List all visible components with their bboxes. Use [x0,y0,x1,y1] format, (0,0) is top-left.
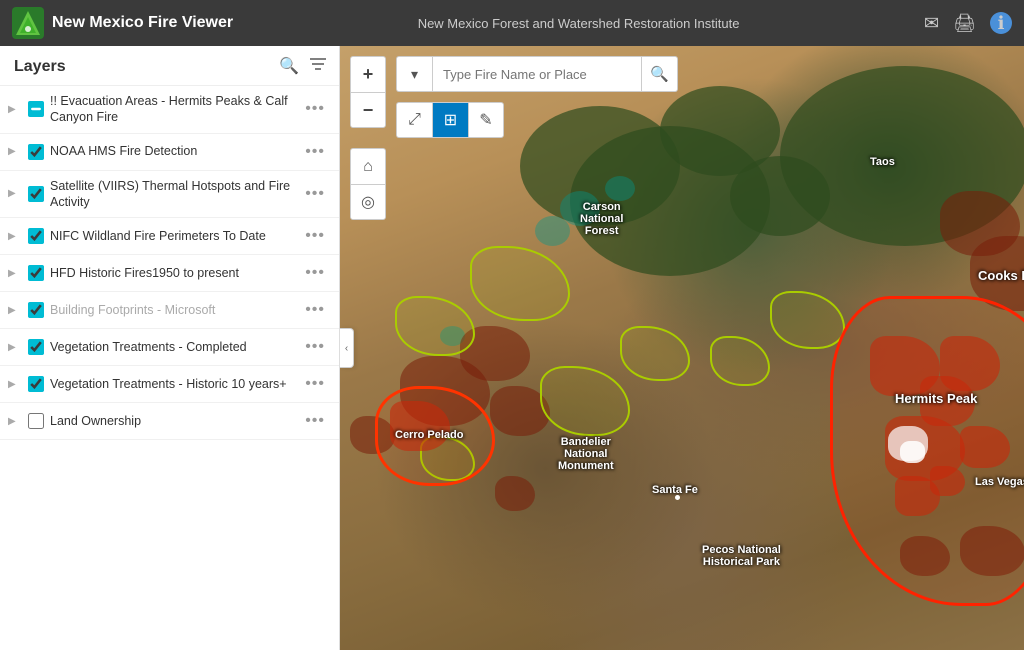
layer-label: NOAA HMS Fire Detection [50,143,301,159]
layer-label: Vegetation Treatments - Completed [50,339,301,355]
layer-menu-button[interactable]: ••• [301,98,329,120]
historic-area [900,536,950,576]
layer-menu-button[interactable]: ••• [301,141,329,163]
layer-item[interactable]: ▶ NOAA HMS Fire Detection••• [0,134,339,171]
collapse-sidebar-button[interactable]: ‹ [340,328,354,368]
layer-expand-icon[interactable]: ▶ [8,188,22,199]
layer-item[interactable]: ▶ NIFC Wildland Fire Perimeters To Date••… [0,218,339,255]
location-button[interactable]: ◎ [350,184,386,220]
layer-checkbox[interactable] [28,376,44,392]
home-button[interactable]: ⌂ [350,148,386,184]
layer-item[interactable]: ▶ Land Ownership••• [0,403,339,440]
filter-svg [309,56,327,72]
search-dropdown-button[interactable]: ▾ [396,56,432,92]
zoom-toolbar: + − [350,56,386,128]
nav-buttons: ⤢ ⊞ ✎ [396,102,504,138]
zoom-in-button[interactable]: + [350,56,386,92]
app-title: New Mexico Fire Viewer [52,14,233,32]
draw-button[interactable]: ✎ [468,102,504,138]
layer-checkbox[interactable] [28,339,44,355]
layers-title: Layers [14,58,66,76]
layer-checkbox[interactable] [28,265,44,281]
teal-patch [535,216,570,246]
layer-checkbox[interactable] [28,186,44,202]
layer-item[interactable]: ▶ Vegetation Treatments - Completed••• [0,329,339,366]
layer-expand-icon[interactable]: ▶ [8,104,22,115]
layer-menu-button[interactable]: ••• [301,336,329,358]
layer-menu-button[interactable]: ••• [301,183,329,205]
fire-area-cerro [390,401,450,451]
fire-area [940,336,1000,391]
forest-patch [730,156,830,236]
back-nav-button[interactable]: ⤢ [396,102,432,138]
historic-area [960,526,1024,576]
sidebar: Layers 🔍 ▶ !! Evacuation Areas - Hermits … [0,46,340,650]
layer-menu-button[interactable]: ••• [301,225,329,247]
layer-label: HFD Historic Fires1950 to present [50,265,301,281]
sidebar-icons: 🔍 [279,56,327,77]
layer-menu-button[interactable]: ••• [301,373,329,395]
layer-expand-icon[interactable]: ▶ [8,342,22,353]
grid-view-button[interactable]: ⊞ [432,102,468,138]
filter-layers-icon[interactable] [309,56,327,77]
header-subtitle: New Mexico Forest and Watershed Restorat… [418,16,740,31]
layer-expand-icon[interactable]: ▶ [8,231,22,242]
layer-item[interactable]: ▶ !! Evacuation Areas - Hermits Peaks & C… [0,86,339,134]
layer-item[interactable]: ▶ HFD Historic Fires1950 to present••• [0,255,339,292]
historic-area [495,476,535,511]
layer-expand-icon[interactable]: ▶ [8,416,22,427]
layer-label: Vegetation Treatments - Historic 10 year… [50,376,301,392]
tool-buttons: ⌂ ◎ [350,148,386,220]
app-logo [12,7,44,39]
layer-checkbox[interactable] [28,302,44,318]
layer-expand-icon[interactable]: ▶ [8,305,22,316]
fire-area [960,426,1010,468]
layer-label: Land Ownership [50,413,301,429]
layer-menu-button[interactable]: ••• [301,410,329,432]
historic-area [350,416,395,454]
layer-item[interactable]: ▶ Building Footprints - Microsoft••• [0,292,339,329]
layer-menu-button[interactable]: ••• [301,262,329,284]
layer-expand-icon[interactable]: ▶ [8,268,22,279]
collapse-icon: ‹ [345,343,348,354]
zoom-out-button[interactable]: − [350,92,386,128]
layer-label: NIFC Wildland Fire Perimeters To Date [50,228,301,244]
layer-expand-icon[interactable]: ▶ [8,146,22,157]
info-icon[interactable]: ℹ [990,12,1012,34]
print-icon[interactable]: 🖨 [953,13,976,34]
layer-checkbox[interactable] [28,228,44,244]
layer-item[interactable]: ▶ Vegetation Treatments - Historic 10 yea… [0,366,339,403]
layer-checkbox[interactable] [28,101,44,117]
header-actions: ✉ 🖨 ℹ [924,12,1012,34]
layer-label: !! Evacuation Areas - Hermits Peaks & Ca… [50,93,301,126]
teal-patch [605,176,635,201]
search-button[interactable]: 🔍 [642,56,678,92]
map-area[interactable]: CarsonNationalForest Taos Cooks Peak Cer… [340,46,1024,650]
layer-label: Satellite (VIIRS) Thermal Hotspots and F… [50,178,301,211]
app-header: New Mexico Fire Viewer New Mexico Forest… [0,0,1024,46]
main-content: Layers 🔍 ▶ !! Evacuation Areas - Hermits … [0,46,1024,650]
layers-list: ▶ !! Evacuation Areas - Hermits Peaks & C… [0,86,339,650]
sidebar-header: Layers 🔍 [0,46,339,86]
fire-area [930,466,965,496]
layer-item[interactable]: ▶ Satellite (VIIRS) Thermal Hotspots and … [0,171,339,219]
layer-menu-button[interactable]: ••• [301,299,329,321]
layer-checkbox[interactable] [28,144,44,160]
layer-expand-icon[interactable]: ▶ [8,379,22,390]
layer-checkbox[interactable] [28,413,44,429]
search-input[interactable] [432,56,642,92]
email-icon[interactable]: ✉ [924,13,939,34]
header-left: New Mexico Fire Viewer [12,7,233,39]
search-layers-icon[interactable]: 🔍 [279,56,299,77]
search-bar: ▾ 🔍 [396,56,678,92]
layer-label: Building Footprints - Microsoft [50,302,301,318]
